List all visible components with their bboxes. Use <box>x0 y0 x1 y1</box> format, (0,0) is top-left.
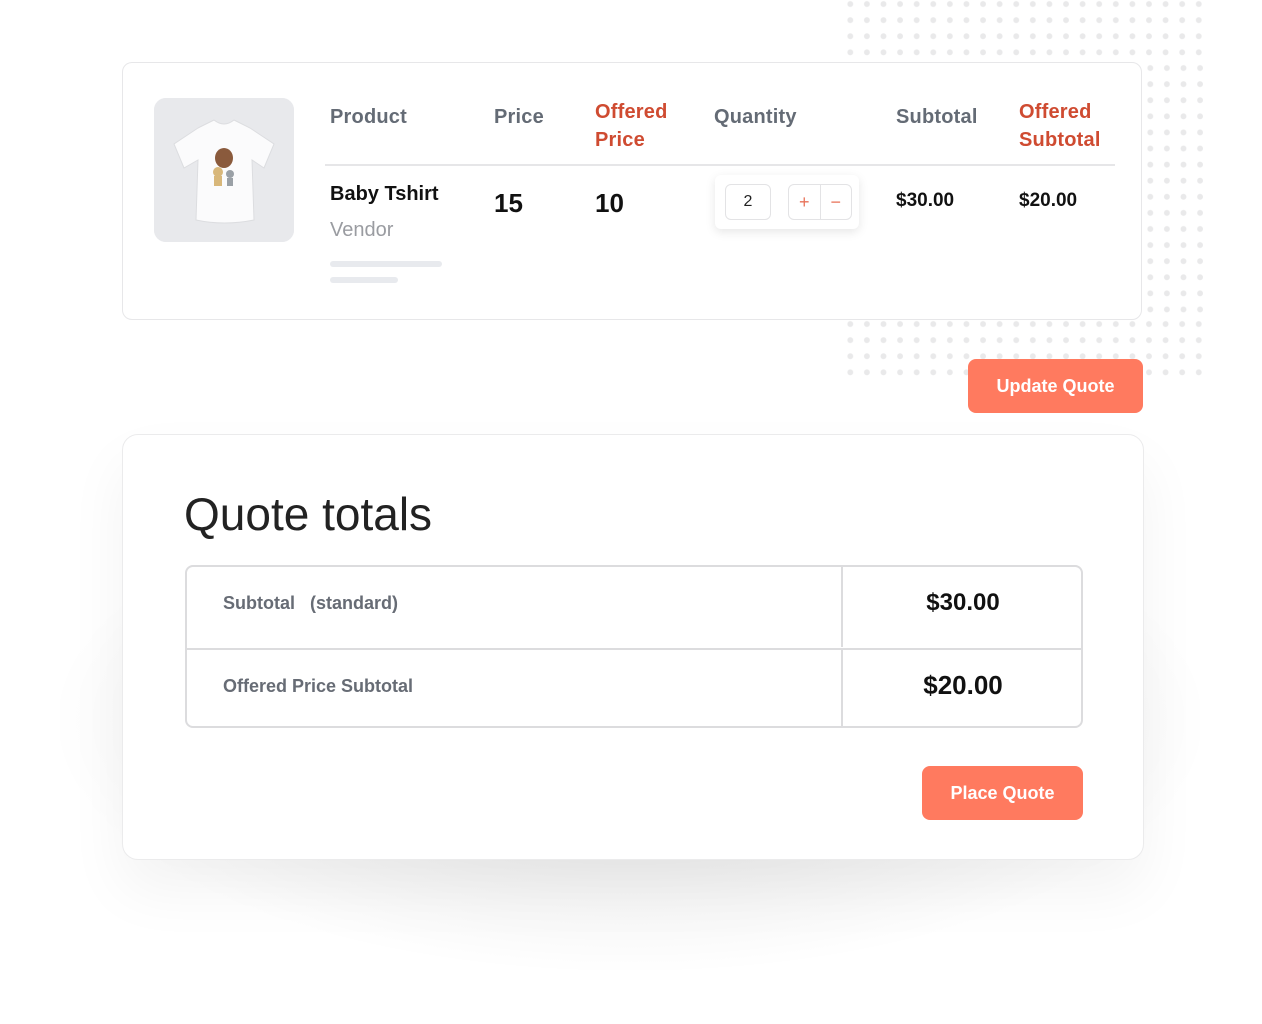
quantity-buttons: + − <box>788 184 852 220</box>
quote-totals-card: Quote totals Subtotal (standard) $30.00 … <box>122 434 1144 860</box>
column-header-subtotal: Subtotal <box>896 106 978 128</box>
subtotal-value: $30.00 <box>896 190 955 211</box>
column-header-offered-subtotal: Offered Subtotal <box>1019 98 1101 154</box>
column-header-quantity: Quantity <box>714 106 797 128</box>
tshirt-image-icon <box>154 98 294 242</box>
column-header-offered-price: Offered Price <box>595 98 668 154</box>
minus-icon[interactable]: − <box>819 185 852 219</box>
column-header-price: Price <box>494 106 544 128</box>
column-header-product: Product <box>330 106 407 128</box>
quote-totals-table: Subtotal (standard) $30.00 Offered Price… <box>185 565 1083 728</box>
dot-pattern-decoration <box>842 0 1208 64</box>
header-line: Offered <box>595 101 668 123</box>
dot-pattern-decoration <box>1142 60 1208 322</box>
header-line: Subtotal <box>1019 129 1101 151</box>
product-name[interactable]: Baby Tshirt <box>330 183 439 206</box>
place-quote-button[interactable]: Place Quote <box>922 766 1083 820</box>
price-value: 15 <box>494 188 523 218</box>
totals-value: $30.00 <box>926 589 1000 616</box>
totals-label: Offered Price Subtotal <box>223 676 414 696</box>
product-vendor: Vendor <box>330 219 394 241</box>
update-quote-button[interactable]: Update Quote <box>968 359 1143 413</box>
offered-subtotal-value: $20.00 <box>1019 190 1078 211</box>
placeholder-line <box>330 261 442 267</box>
header-divider <box>325 164 1115 166</box>
offered-price-value: 10 <box>595 188 624 218</box>
placeholder-line <box>330 277 398 283</box>
totals-label: Subtotal (standard) <box>223 593 398 613</box>
quote-totals-title: Quote totals <box>184 488 433 540</box>
plus-icon[interactable]: + <box>789 185 820 219</box>
header-line: Offered <box>1019 101 1092 123</box>
totals-row-subtotal: Subtotal (standard) $30.00 <box>187 567 1081 647</box>
totals-value: $20.00 <box>923 670 1003 700</box>
header-line: Price <box>595 129 645 151</box>
product-thumbnail[interactable] <box>154 98 294 242</box>
totals-row-offered-subtotal: Offered Price Subtotal $20.00 <box>187 648 1081 726</box>
quantity-stepper: 2 + − <box>715 175 859 229</box>
quantity-input[interactable]: 2 <box>725 184 771 220</box>
quote-items-card: Product Price Offered Price Quantity Sub… <box>122 62 1142 320</box>
